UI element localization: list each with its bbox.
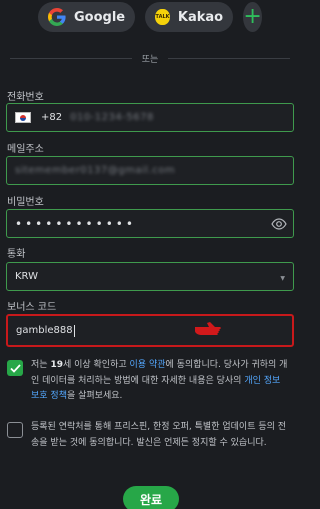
divider-line-right: [168, 57, 290, 59]
password-label: 비밀번호: [7, 197, 44, 208]
currency-value: KRW: [15, 271, 38, 282]
email-field[interactable]: sitemember0137@gmail.com: [6, 156, 294, 185]
divider-text: 또는: [141, 54, 159, 65]
kakao-login-button[interactable]: TALK Kakao: [145, 2, 234, 32]
age-terms-agreement: 저는 19세 이상 확인하고 이용 약관에 동의합니다. 당사가 귀하의 개인 …: [7, 358, 290, 405]
password-value: ••••••••••••: [15, 216, 136, 231]
phone-field[interactable]: +82 010-1234-5678: [6, 103, 294, 132]
social-login-row: Google TALK Kakao +: [38, 2, 262, 32]
phone-number: 010-1234-5678: [70, 112, 154, 123]
text-cursor: [73, 324, 75, 337]
terms-link[interactable]: 이용 약관: [130, 360, 166, 370]
bonus-code-field[interactable]: gamble888: [6, 314, 294, 347]
marketing-agreement: 등록된 연락처를 통해 프리스핀, 한정 오퍼, 특별한 업데이트 등의 전송을…: [7, 420, 290, 451]
more-login-options-button[interactable]: +: [243, 2, 262, 32]
bonus-code-label: 보너스 코드: [7, 302, 57, 313]
currency-select[interactable]: KRW ▼: [6, 262, 294, 291]
currency-label: 통화: [7, 249, 26, 260]
phone-label: 전화번호: [7, 92, 44, 103]
age-terms-text-2: 세 이상 확인하고: [62, 360, 127, 370]
email-label: 메일주소: [7, 144, 44, 155]
google-label: Google: [74, 9, 126, 25]
kakaotalk-icon: TALK: [155, 9, 170, 25]
eye-icon[interactable]: [271, 217, 287, 231]
age-terms-text-1: 저는: [31, 360, 48, 370]
email-value: sitemember0137@gmail.com: [15, 165, 176, 176]
kakao-label: Kakao: [177, 9, 224, 25]
marketing-checkbox[interactable]: [7, 422, 23, 438]
done-button[interactable]: 완료: [123, 486, 179, 509]
google-icon: [48, 8, 66, 26]
age-terms-text-4: 을 살펴보세요.: [66, 391, 123, 401]
country-code: +82: [41, 112, 63, 123]
password-field[interactable]: ••••••••••••: [6, 209, 294, 238]
age-terms-text: 저는 19세 이상 확인하고 이용 약관에 동의합니다. 당사가 귀하의 개인 …: [31, 358, 290, 405]
marketing-text: 등록된 연락처를 통해 프리스핀, 한정 오퍼, 특별한 업데이트 등의 전송을…: [31, 422, 287, 448]
or-divider: 또는: [10, 50, 290, 66]
pointing-hand-icon: [195, 322, 221, 335]
age-number: 19: [50, 360, 63, 370]
korea-flag-icon[interactable]: [15, 112, 31, 123]
divider-line-left: [10, 57, 132, 59]
age-terms-checkbox[interactable]: [7, 360, 23, 376]
bonus-code-value: gamble888: [16, 325, 73, 336]
google-login-button[interactable]: Google: [38, 2, 136, 32]
checkmark-icon: [9, 363, 21, 373]
caret-down-icon: ▼: [280, 275, 285, 282]
